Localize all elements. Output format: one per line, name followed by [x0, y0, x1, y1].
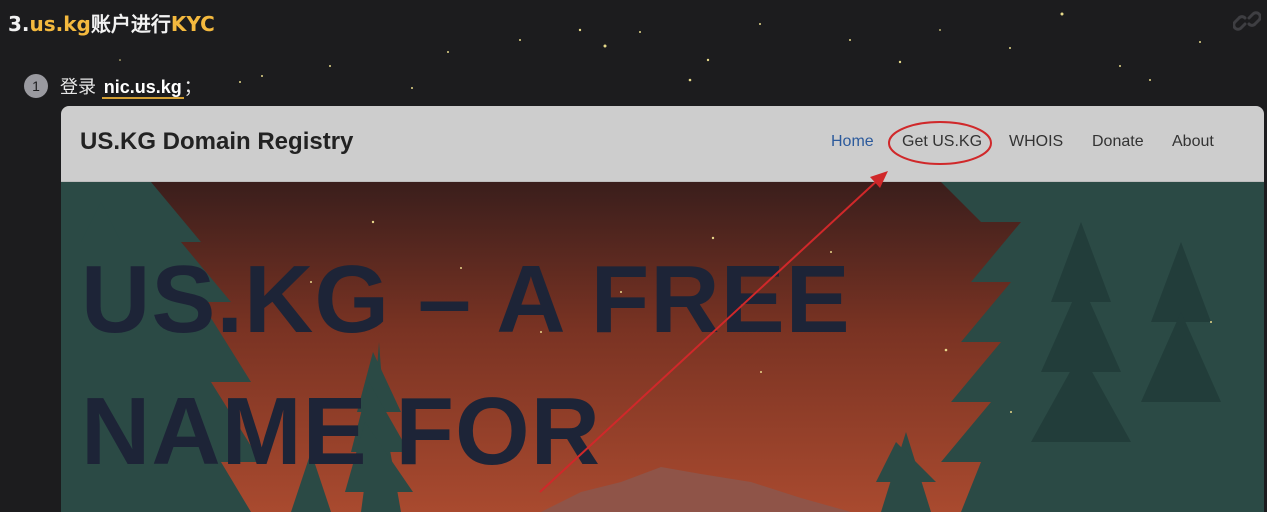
nav-whois[interactable]: WHOIS	[1009, 133, 1063, 151]
section-heading: 3.us.kg账户进行KYC	[8, 8, 215, 37]
heading-suffix: KYC	[170, 12, 215, 36]
nav-home[interactable]: Home	[831, 133, 874, 151]
step-text: 登录 nic.us.kg；	[60, 73, 202, 99]
heading-middle: 账户进行	[90, 12, 171, 36]
hero-title: US.KG – A FREE NAME FOR	[81, 246, 851, 485]
step-item: 1 登录 nic.us.kg；	[24, 73, 202, 99]
step-text-after: ；	[183, 77, 202, 98]
nav-donate[interactable]: Donate	[1092, 133, 1144, 151]
site-brand[interactable]: US.KG Domain Registry	[80, 128, 353, 156]
link-icon[interactable]	[1233, 10, 1261, 32]
step-number-badge: 1	[24, 74, 48, 98]
website-screenshot: US.KG Domain Registry Home Get US.KG WHO…	[61, 106, 1264, 512]
heading-domain: us.kg	[29, 12, 91, 36]
nav-get-us-kg[interactable]: Get US.KG	[902, 133, 982, 151]
step-text-before: 登录	[60, 77, 102, 98]
nav-about[interactable]: About	[1172, 133, 1214, 151]
site-navbar: US.KG Domain Registry Home Get US.KG WHO…	[61, 106, 1264, 182]
heading-prefix: 3.	[8, 12, 30, 36]
hero-section: US.KG – A FREE NAME FOR	[61, 182, 1264, 512]
nic-us-kg-link[interactable]: nic.us.kg	[101, 77, 184, 99]
